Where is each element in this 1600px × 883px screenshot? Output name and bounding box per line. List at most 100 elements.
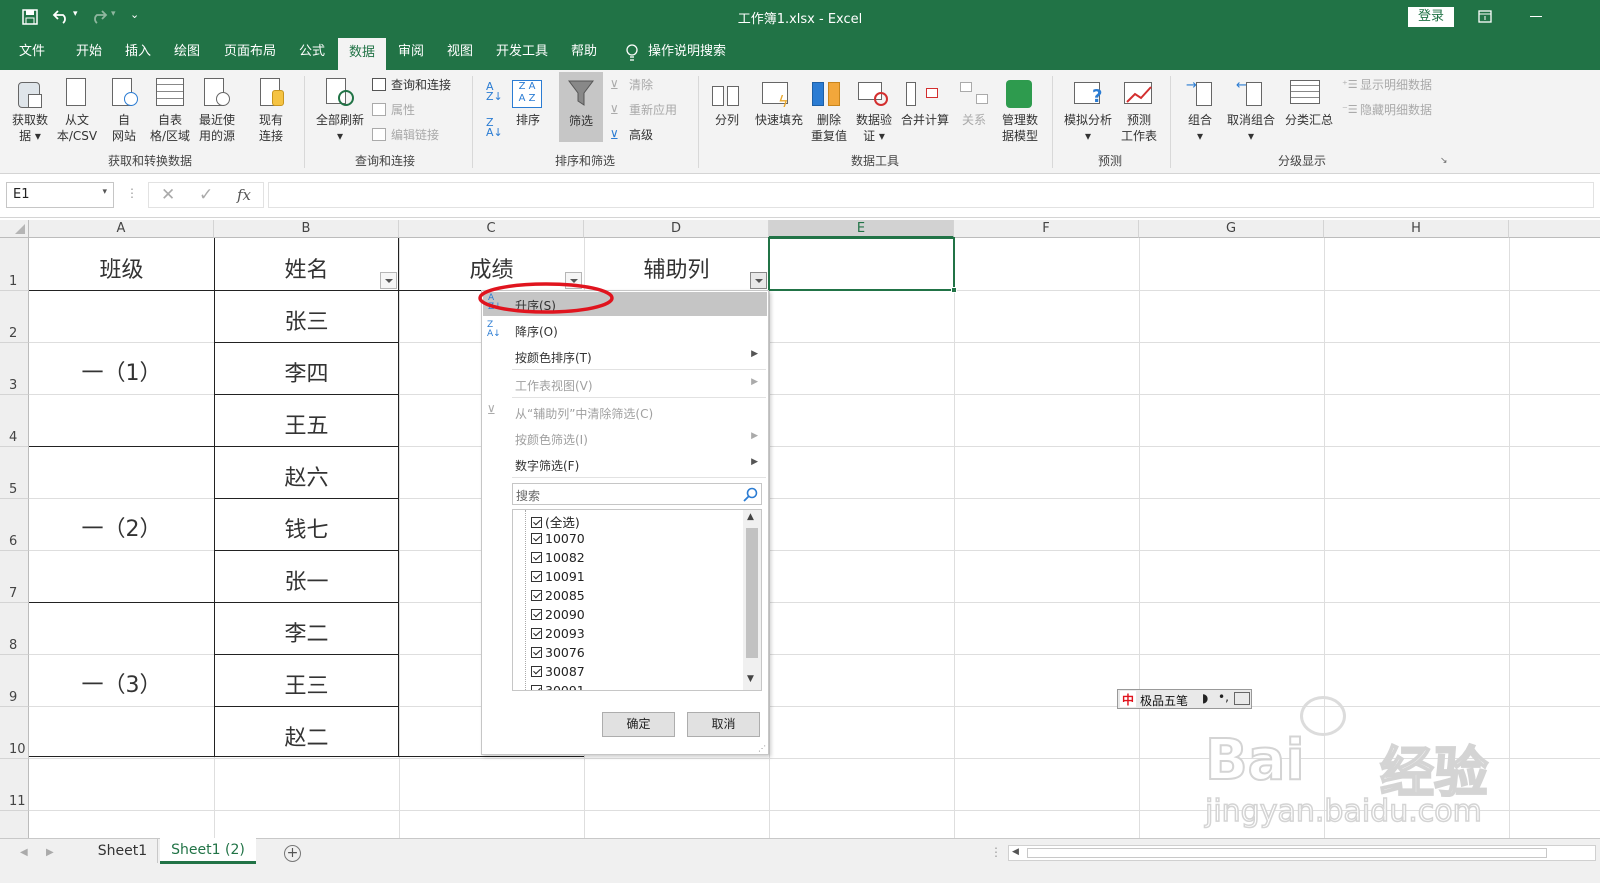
ime-chinese-icon[interactable]: 中	[1120, 691, 1136, 707]
sort-za-icon[interactable]: Z A↓	[486, 117, 503, 138]
web-icon[interactable]	[112, 78, 140, 108]
sort-az-icon[interactable]: A Z↓	[486, 81, 503, 102]
column-header-f[interactable]: F	[954, 220, 1139, 238]
row-header-12[interactable]	[0, 811, 29, 838]
formula-bar-splitter-icon[interactable]: ⋮	[126, 186, 138, 200]
class-cell[interactable]: 一（2）	[29, 511, 214, 543]
menu-item-sort-by-color[interactable]: 按颜色排序(T)	[515, 349, 592, 366]
remove-duplicates-icon[interactable]	[812, 80, 846, 108]
clear-button[interactable]: 清除	[629, 77, 653, 93]
filter-button[interactable]: 筛选	[559, 72, 603, 142]
data-validation-icon[interactable]	[858, 80, 890, 108]
consolidate-button[interactable]: 合并计算	[898, 112, 952, 128]
redo-dropdown-icon[interactable]: ▾	[111, 9, 116, 19]
what-if-button[interactable]: 模拟分析 ▾	[1058, 112, 1118, 144]
resize-grip-icon[interactable]: ⋰	[758, 744, 766, 753]
ime-halfwidth-icon[interactable]: ◗	[1202, 691, 1208, 705]
save-icon[interactable]	[22, 9, 38, 25]
name-cell[interactable]: 李二	[214, 616, 399, 648]
fill-handle[interactable]	[951, 287, 957, 293]
list-scrollbar[interactable]: ▲ ▼	[743, 510, 761, 690]
menu-item-sheet-view[interactable]: 工作表视图(V)	[515, 377, 593, 394]
ok-button[interactable]: 确定	[602, 712, 675, 737]
confirm-entry-icon[interactable]: ✓	[199, 185, 213, 205]
ime-keyboard-icon[interactable]	[1234, 692, 1250, 705]
class-cell[interactable]: 一（3）	[29, 667, 214, 699]
cancel-entry-icon[interactable]: ✕	[161, 185, 175, 205]
name-cell[interactable]: 钱七	[214, 512, 399, 544]
tab-insert[interactable]: 插入	[114, 34, 162, 70]
text-to-columns-icon[interactable]	[712, 80, 742, 108]
forecast-sheet-button[interactable]: 预测 工作表	[1116, 112, 1162, 144]
name-cell[interactable]: 张三	[214, 304, 399, 336]
row-header-10[interactable]: 10	[0, 707, 29, 759]
forecast-sheet-icon[interactable]	[1124, 80, 1156, 108]
cancel-button[interactable]: 取消	[687, 712, 760, 737]
tab-file[interactable]: 文件	[10, 34, 54, 70]
scroll-thumb[interactable]	[746, 528, 758, 658]
recent-sources-button[interactable]: 最近使 用的源	[194, 112, 240, 144]
name-cell[interactable]: 赵六	[214, 460, 399, 492]
column-header-a[interactable]: A	[29, 220, 214, 238]
column-header-b[interactable]: B	[214, 220, 399, 238]
from-table-button[interactable]: 自表 格/区域	[146, 112, 194, 144]
filter-value-item[interactable]: (全选)	[531, 512, 580, 531]
ungroup-button[interactable]: 取消组合 ▾	[1222, 112, 1280, 144]
sort-icon[interactable]: Z AA Z	[512, 80, 542, 108]
row-header-3[interactable]: 3	[0, 343, 29, 395]
tab-splitter-icon[interactable]: ⋮	[990, 845, 1002, 859]
get-data-icon[interactable]	[14, 76, 44, 110]
column-header-g[interactable]: G	[1139, 220, 1324, 238]
filter-value-item[interactable]: 10082	[531, 550, 585, 569]
undo-icon[interactable]	[52, 8, 70, 24]
filter-value-item[interactable]: 30076	[531, 645, 585, 664]
table-range-icon[interactable]	[156, 78, 186, 108]
filter-values-list[interactable]: (全选) 10070 10082 10091 20085 20090 20093…	[512, 509, 762, 691]
properties-button[interactable]: 属性	[391, 102, 415, 118]
customize-qat-icon[interactable]: ⌄	[130, 8, 139, 21]
edit-links-button[interactable]: 编辑链接	[391, 127, 439, 143]
formula-input[interactable]	[268, 182, 1594, 208]
sheet-tab-sheet1-2[interactable]: Sheet1 (2)	[160, 838, 256, 864]
class-cell[interactable]: 一（1）	[29, 355, 214, 387]
advanced-button[interactable]: 高级	[629, 127, 653, 143]
name-box-dropdown-icon[interactable]: ▾	[102, 187, 107, 197]
name-cell[interactable]: 王五	[214, 408, 399, 440]
text-to-columns-button[interactable]: 分列	[710, 112, 744, 128]
relationships-icon[interactable]	[960, 82, 990, 106]
scroll-left-icon[interactable]: ◀	[1012, 847, 1019, 857]
subtotal-icon[interactable]	[1290, 80, 1322, 106]
name-cell[interactable]: 王三	[214, 668, 399, 700]
menu-item-number-filters[interactable]: 数字筛选(F)	[515, 457, 579, 474]
selected-cell-e1[interactable]	[768, 237, 957, 293]
filter-value-item[interactable]: 30091	[531, 683, 585, 690]
tab-draw[interactable]: 绘图	[163, 34, 211, 70]
relationships-button[interactable]: 关系	[956, 112, 992, 128]
new-sheet-icon[interactable]: +	[284, 845, 301, 862]
filter-search-input[interactable]: 搜索	[512, 483, 762, 505]
scroll-down-icon[interactable]: ▼	[747, 674, 754, 684]
row-header-8[interactable]: 8	[0, 603, 29, 655]
tab-formulas[interactable]: 公式	[289, 34, 335, 70]
undo-dropdown-icon[interactable]: ▾	[73, 9, 78, 19]
tab-page-layout[interactable]: 页面布局	[215, 34, 285, 70]
header-class[interactable]: 班级	[29, 252, 214, 284]
group-button[interactable]: 组合 ▾	[1182, 112, 1218, 144]
recent-sources-icon[interactable]	[204, 78, 234, 108]
insert-function-icon[interactable]: fx	[237, 186, 251, 204]
worksheet-grid[interactable]: A B C D E F G H 1 2 3 4 5 6 7 8 9 10 11 …	[0, 220, 1600, 838]
scroll-up-icon[interactable]: ▲	[747, 512, 754, 522]
filter-dropdown-d[interactable]	[750, 272, 767, 289]
data-validation-button[interactable]: 数据验证 ▾	[852, 112, 896, 144]
tab-developer[interactable]: 开发工具	[487, 34, 557, 70]
ime-punct-icon[interactable]: •,	[1218, 690, 1229, 704]
tab-view[interactable]: 视图	[437, 34, 483, 70]
filter-dropdown-b[interactable]	[380, 272, 397, 289]
subtotal-button[interactable]: 分类汇总	[1280, 112, 1338, 128]
name-cell[interactable]: 李四	[214, 356, 399, 388]
what-if-icon[interactable]: ?	[1074, 80, 1106, 108]
menu-item-clear-filter[interactable]: 从“辅助列”中清除筛选(C)	[515, 405, 653, 422]
row-header-9[interactable]: 9	[0, 655, 29, 707]
dialog-launcher-icon[interactable]: ↘	[1440, 156, 1448, 166]
remove-duplicates-button[interactable]: 删除 重复值	[806, 112, 852, 144]
